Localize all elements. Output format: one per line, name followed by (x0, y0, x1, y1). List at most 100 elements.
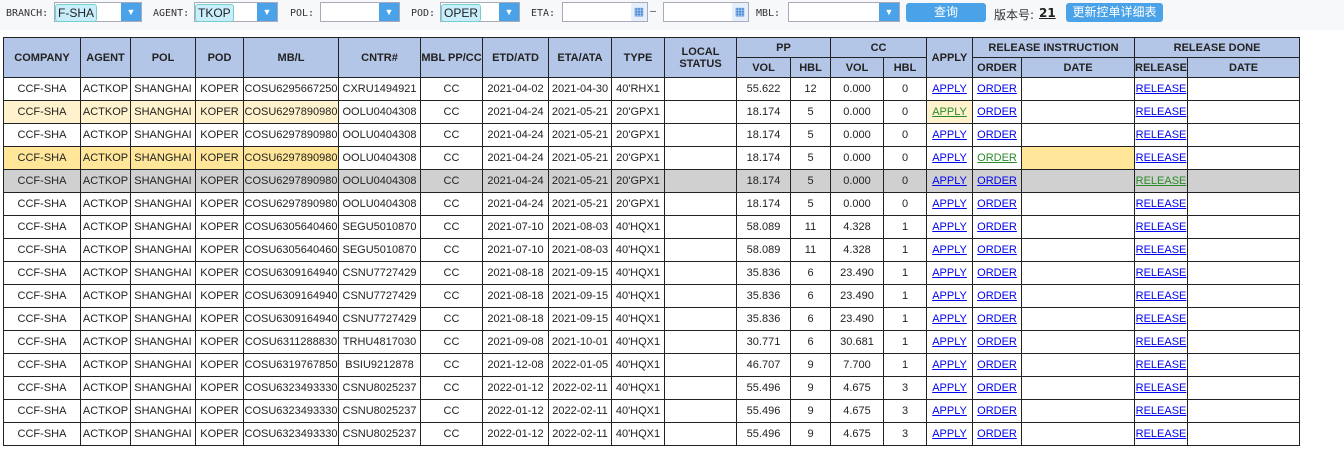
release-link[interactable]: RELEASE (1136, 428, 1187, 440)
apply-link[interactable]: APPLY (932, 359, 967, 371)
pod-select[interactable]: OPER ▼ (440, 2, 520, 22)
release-link[interactable]: RELEASE (1136, 221, 1187, 233)
apply-link[interactable]: APPLY (932, 129, 967, 141)
release-link[interactable]: RELEASE (1136, 244, 1187, 256)
query-button[interactable]: 查询 (906, 3, 986, 22)
chevron-down-icon[interactable]: ▼ (879, 3, 899, 21)
order-link[interactable]: ORDER (977, 244, 1017, 256)
cell-ri-date (1021, 284, 1136, 308)
release-link[interactable]: RELEASE (1136, 83, 1187, 95)
table-row[interactable]: CCF-SHA ACTKOP SHANGHAI KOPER COSU6297890980… (3, 192, 1301, 216)
header-release-done: RELEASE DONE (1134, 37, 1301, 58)
order-link[interactable]: ORDER (977, 405, 1017, 417)
order-link[interactable]: ORDER (977, 428, 1017, 440)
release-link[interactable]: RELEASE (1136, 175, 1187, 187)
order-link[interactable]: ORDER (977, 83, 1017, 95)
table-row[interactable]: CCF-SHA ACTKOP SHANGHAI KOPER COSU6297890980… (3, 146, 1301, 170)
apply-link[interactable]: APPLY (932, 336, 967, 348)
cell-local-status (664, 261, 737, 285)
table-row[interactable]: CCF-SHA ACTKOP SHANGHAI KOPER COSU6297890980… (3, 100, 1301, 124)
release-link[interactable]: RELEASE (1136, 290, 1187, 302)
apply-link[interactable]: APPLY (932, 382, 967, 394)
apply-link[interactable]: APPLY (932, 83, 967, 95)
table-row[interactable]: CCF-SHA ACTKOP SHANGHAI KOPER COSU6323493330… (3, 399, 1301, 423)
table-row[interactable]: CCF-SHA ACTKOP SHANGHAI KOPER COSU6323493330… (3, 376, 1301, 400)
order-link[interactable]: ORDER (977, 267, 1017, 279)
table-row[interactable]: CCF-SHA ACTKOP SHANGHAI KOPER COSU6309164940… (3, 261, 1301, 285)
table-row[interactable]: CCF-SHA ACTKOP SHANGHAI KOPER COSU6311288830… (3, 330, 1301, 354)
eta-from-input[interactable]: ▦ (562, 2, 648, 22)
table-row[interactable]: CCF-SHA ACTKOP SHANGHAI KOPER COSU6309164940… (3, 307, 1301, 331)
order-link[interactable]: ORDER (977, 382, 1017, 394)
release-link[interactable]: RELEASE (1136, 405, 1187, 417)
apply-link[interactable]: APPLY (932, 428, 967, 440)
cell-agent: ACTKOP (80, 100, 131, 124)
order-link[interactable]: ORDER (977, 198, 1017, 210)
chevron-down-icon[interactable]: ▼ (379, 3, 399, 21)
cell-pp-vol: 55.496 (736, 376, 791, 400)
order-link[interactable]: ORDER (977, 175, 1017, 187)
order-link[interactable]: ORDER (977, 290, 1017, 302)
chevron-down-icon[interactable]: ▼ (121, 3, 141, 21)
table-row[interactable]: CCF-SHA ACTKOP SHANGHAI KOPER COSU6305640460… (3, 238, 1301, 262)
cell-order: ORDER (972, 238, 1023, 262)
release-link[interactable]: RELEASE (1136, 106, 1187, 118)
order-link[interactable]: ORDER (977, 313, 1017, 325)
eta-to-input[interactable]: ▦ (663, 2, 749, 22)
apply-link[interactable]: APPLY (932, 405, 967, 417)
cell-cntr: SEGU5010870 (338, 238, 421, 262)
release-link[interactable]: RELEASE (1136, 359, 1187, 371)
cell-pol: SHANGHAI (130, 307, 196, 331)
apply-link[interactable]: APPLY (932, 106, 967, 118)
apply-link[interactable]: APPLY (932, 175, 967, 187)
chevron-down-icon[interactable]: ▼ (499, 3, 519, 21)
cell-company: CCF-SHA (3, 261, 81, 285)
version-link[interactable]: 21 (1039, 6, 1056, 20)
update-detail-button[interactable]: 更新控单详细表 (1066, 3, 1163, 22)
table-row[interactable]: CCF-SHA ACTKOP SHANGHAI KOPER COSU6309164940… (3, 284, 1301, 308)
order-link[interactable]: ORDER (977, 336, 1017, 348)
apply-link[interactable]: APPLY (932, 267, 967, 279)
release-link[interactable]: RELEASE (1136, 336, 1187, 348)
table-row[interactable]: CCF-SHA ACTKOP SHANGHAI KOPER COSU6305640460… (3, 215, 1301, 239)
order-link[interactable]: ORDER (977, 106, 1017, 118)
release-link[interactable]: RELEASE (1136, 152, 1187, 164)
apply-link[interactable]: APPLY (932, 221, 967, 233)
release-link[interactable]: RELEASE (1136, 313, 1187, 325)
cell-cntr: CSNU7727429 (338, 307, 421, 331)
cell-eta: 2022-01-05 (548, 353, 612, 377)
table-row[interactable]: CCF-SHA ACTKOP SHANGHAI KOPER COSU6323493330… (3, 422, 1301, 446)
cell-eta: 2021-09-15 (548, 284, 612, 308)
release-link[interactable]: RELEASE (1136, 382, 1187, 394)
table-row[interactable]: CCF-SHA ACTKOP SHANGHAI KOPER COSU6319767850… (3, 353, 1301, 377)
order-link[interactable]: ORDER (977, 359, 1017, 371)
table-row[interactable]: CCF-SHA ACTKOP SHANGHAI KOPER COSU6297890980… (3, 169, 1301, 193)
agent-select[interactable]: TKOP ▼ (194, 2, 278, 22)
cell-agent: ACTKOP (80, 123, 131, 147)
release-link[interactable]: RELEASE (1136, 198, 1187, 210)
cell-type: 40'RHX1 (611, 77, 665, 101)
order-link[interactable]: ORDER (977, 129, 1017, 141)
table-row[interactable]: CCF-SHA ACTKOP SHANGHAI KOPER COSU6297890980… (3, 123, 1301, 147)
release-link[interactable]: RELEASE (1136, 267, 1187, 279)
apply-link[interactable]: APPLY (932, 152, 967, 164)
apply-link[interactable]: APPLY (932, 290, 967, 302)
apply-link[interactable]: APPLY (932, 198, 967, 210)
cell-mbl: COSU6323493330 (243, 399, 339, 423)
cell-order: ORDER (972, 330, 1023, 354)
order-link[interactable]: ORDER (977, 152, 1017, 164)
cell-pp-hbl: 6 (790, 307, 831, 331)
cell-rd-date (1187, 100, 1301, 124)
release-link[interactable]: RELEASE (1136, 129, 1187, 141)
cell-mbl: COSU6323493330 (243, 376, 339, 400)
apply-link[interactable]: APPLY (932, 313, 967, 325)
order-link[interactable]: ORDER (977, 221, 1017, 233)
calendar-icon[interactable]: ▦ (732, 3, 748, 21)
branch-select[interactable]: F-SHA ▼ (54, 2, 142, 22)
pol-select[interactable]: ▼ (320, 2, 400, 22)
chevron-down-icon[interactable]: ▼ (257, 3, 277, 21)
mbl-select[interactable]: ▼ (788, 2, 900, 22)
apply-link[interactable]: APPLY (932, 244, 967, 256)
table-row[interactable]: CCF-SHA ACTKOP SHANGHAI KOPER COSU6295667250… (3, 77, 1301, 101)
calendar-icon[interactable]: ▦ (631, 3, 647, 21)
